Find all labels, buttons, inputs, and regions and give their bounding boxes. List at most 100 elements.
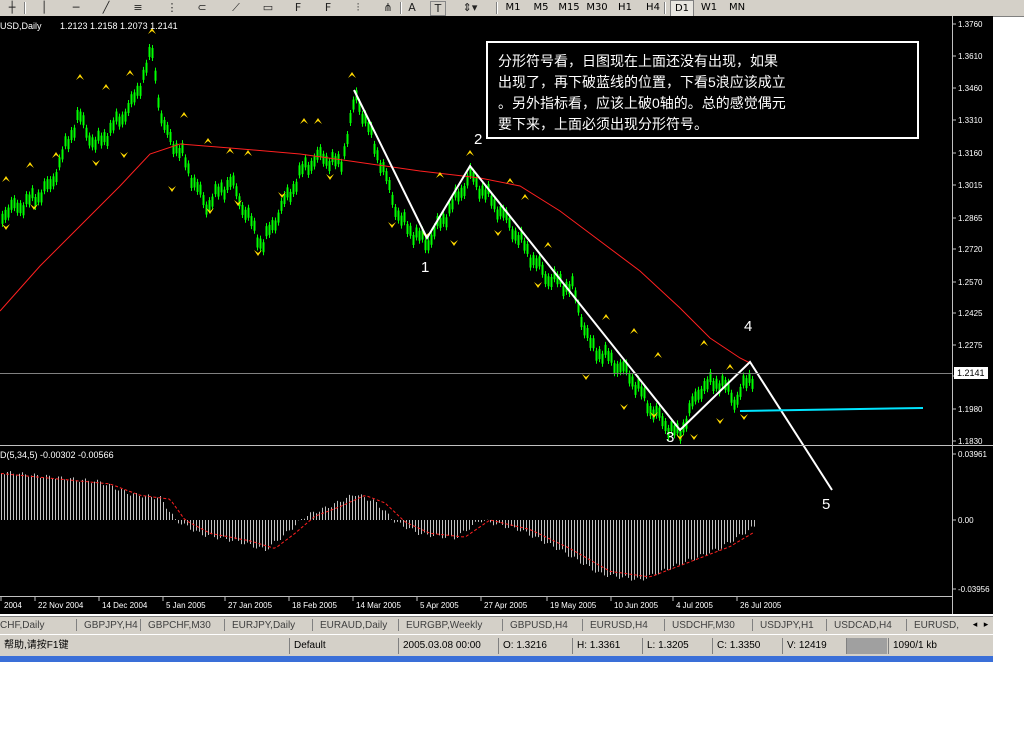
- tab-euraud-daily[interactable]: EURAUD,Daily: [320, 618, 387, 633]
- candle-body: [745, 378, 748, 389]
- tab-eurjpy-daily[interactable]: EURJPY,Daily: [232, 618, 295, 633]
- candle-body: [343, 146, 346, 157]
- candle-body: [721, 375, 724, 386]
- tab-gbpjpy-h4[interactable]: GBPJPY,H4: [84, 618, 138, 633]
- candle-body: [196, 181, 199, 192]
- candle-body: [646, 403, 649, 414]
- tab-usdjpy-h1[interactable]: USDJPY,H1: [760, 618, 814, 633]
- sell-arrow-icon[interactable]: F: [318, 0, 338, 16]
- candle-body: [163, 119, 166, 130]
- up-fractal-icon: [244, 150, 252, 156]
- candle-body: [232, 175, 235, 186]
- vertical-line-icon[interactable]: │: [34, 0, 54, 16]
- tab-scroll-left-icon[interactable]: ◂: [970, 618, 980, 632]
- candle-body: [448, 203, 451, 214]
- candle-body: [691, 396, 694, 407]
- horizontal-line-icon[interactable]: ─: [66, 0, 86, 16]
- wave-label-2: 2: [474, 131, 482, 148]
- label-icon[interactable]: T: [430, 1, 446, 16]
- date-label: 10 Jun 2005: [614, 601, 659, 610]
- candle-body: [49, 179, 52, 190]
- blank-area: [0, 662, 1024, 746]
- toolbar-separator: [24, 2, 26, 14]
- price-tick-label: 1.3460: [958, 84, 983, 93]
- timeframe-m15[interactable]: M15: [556, 0, 582, 15]
- candle-body: [58, 157, 61, 168]
- tab-usdcad-h4[interactable]: USDCAD,H4: [834, 618, 892, 633]
- timeframe-m1[interactable]: M1: [502, 0, 524, 15]
- candle-body: [418, 230, 421, 241]
- candle-body: [316, 149, 319, 160]
- channel-icon[interactable]: ▭: [258, 0, 278, 16]
- tab-eurgbp-weekly[interactable]: EURGBP,Weekly: [406, 618, 482, 633]
- tab-chf-daily[interactable]: CHF,Daily: [0, 618, 44, 633]
- tab-gbpusd-h4[interactable]: GBPUSD,H4: [510, 618, 568, 633]
- timeframe-m30[interactable]: M30: [584, 0, 610, 15]
- candle-body: [706, 379, 709, 390]
- tab-scroll-right-icon[interactable]: ▸: [981, 618, 991, 632]
- candle-body: [607, 351, 610, 362]
- fibonacci-icon[interactable]: ≡: [128, 0, 148, 16]
- candle-body: [46, 179, 49, 190]
- candle-body: [334, 156, 337, 167]
- crosshair-icon[interactable]: ┼: [2, 0, 22, 16]
- candle-body: [439, 217, 442, 228]
- timeframe-h1[interactable]: H1: [614, 0, 636, 15]
- timeframe-m5[interactable]: M5: [530, 0, 552, 15]
- chart-tabs-bar: CHF,Daily GBPJPY,H4 GBPCHF,M30 EURJPY,Da…: [0, 616, 993, 634]
- andrews-pitchfork-icon[interactable]: ⋔: [378, 0, 398, 16]
- candle-body: [229, 176, 232, 187]
- fibonacci-arcs-icon[interactable]: ⊂: [192, 0, 212, 16]
- price-chart-canvas[interactable]: 1.3760 1.3610 1.3460 1.3310 1.3160 1.3015 1.28…: [0, 16, 993, 614]
- candle-body: [331, 152, 334, 163]
- candle-body: [457, 191, 460, 202]
- candle-body: [583, 325, 586, 336]
- candle-body: [634, 384, 637, 395]
- candle-body: [160, 113, 163, 124]
- candle-body: [289, 191, 292, 202]
- timeframe-h4[interactable]: H4: [642, 0, 664, 15]
- tab-usdchf-m30[interactable]: USDCHF,M30: [672, 618, 735, 633]
- date-label: 22 Nov 2004: [38, 601, 84, 610]
- annotation-line-1: 分形符号看，日图现在上面还没有出现，如果: [498, 53, 778, 69]
- candle-body: [79, 111, 82, 122]
- support-line: [739, 407, 924, 412]
- trendline-icon[interactable]: ╱: [96, 0, 116, 16]
- status-traffic: 1090/1 kb: [888, 638, 937, 654]
- timeframe-d1[interactable]: D1: [670, 0, 694, 17]
- candle-body: [376, 150, 379, 161]
- candle-body: [76, 109, 79, 120]
- candle-body: [406, 224, 409, 235]
- cycle-lines-icon[interactable]: ⫶: [348, 0, 368, 16]
- candle-body: [460, 187, 463, 198]
- down-fractal-icon: [534, 282, 542, 288]
- date-label: 5 Jan 2005: [166, 601, 206, 610]
- candle-body: [352, 99, 355, 110]
- gann-fan-icon[interactable]: ⟋: [226, 0, 246, 16]
- candle-body: [562, 286, 565, 297]
- candle-body: [127, 103, 130, 114]
- fibonacci-fan-icon[interactable]: ⋮: [162, 0, 182, 16]
- status-profile: Default: [289, 638, 326, 654]
- candle-body: [328, 161, 331, 172]
- arrows-icon[interactable]: ⇕▾: [460, 0, 480, 16]
- toolbar-separator: [496, 2, 498, 14]
- candle-body: [55, 172, 58, 183]
- down-fractal-icon: [234, 200, 242, 206]
- candle-body: [397, 210, 400, 221]
- candle-body: [541, 264, 544, 275]
- buy-arrow-icon[interactable]: F: [288, 0, 308, 16]
- timeframe-w1[interactable]: W1: [698, 0, 720, 15]
- tab-eurusd-h4[interactable]: EURUSD,H4: [590, 618, 648, 633]
- candle-body: [526, 243, 529, 254]
- candle-body: [580, 317, 583, 328]
- candle-body: [16, 202, 19, 213]
- timeframe-mn[interactable]: MN: [724, 0, 750, 15]
- status-volume: V: 12419: [782, 638, 827, 654]
- tab-gbpchf-m30[interactable]: GBPCHF,M30: [148, 618, 211, 633]
- candle-body: [277, 212, 280, 223]
- chart-window[interactable]: 1.3760 1.3610 1.3460 1.3310 1.3160 1.3015 1.28…: [0, 16, 993, 614]
- tab-eurusd-partial[interactable]: EURUSD,: [914, 618, 959, 633]
- text-icon[interactable]: A: [402, 0, 422, 16]
- candle-body: [199, 184, 202, 195]
